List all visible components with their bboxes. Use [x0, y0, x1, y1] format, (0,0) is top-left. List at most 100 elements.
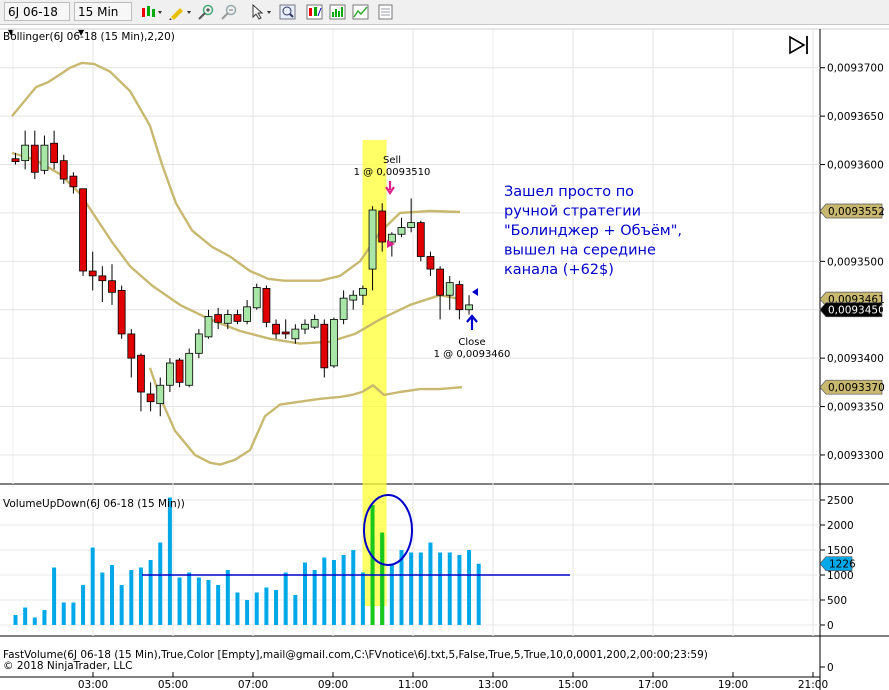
volume-axis-tick-label: 1500: [827, 545, 854, 557]
strategy-icon[interactable]: [306, 4, 323, 20]
bar-type-icon[interactable]: [140, 4, 162, 20]
candle-body: [378, 210, 387, 243]
strategy-note-line: "Болинджер + Объём",: [504, 223, 682, 239]
x-axis-tick-label: 17:00: [638, 679, 668, 690]
volume-bar: [476, 563, 481, 625]
volume-signal-bar: [370, 505, 375, 625]
y-axis-tick-label: 0,0093300: [827, 450, 884, 462]
volume-bar: [457, 555, 462, 625]
volume-bar: [81, 585, 86, 625]
volume-bar: [23, 607, 28, 625]
volume-bar: [312, 570, 317, 625]
candle-body: [416, 222, 425, 257]
x-axis-tick-label: 19:00: [718, 679, 748, 690]
candle-body: [397, 227, 406, 235]
strategy-note: Зашел просто по ручной стратегии "Болиндже…: [504, 184, 682, 278]
sell-arrow-icon: [385, 181, 395, 195]
candle-body: [108, 280, 116, 293]
volume-bar: [196, 577, 201, 625]
volume-bar: [216, 585, 221, 625]
data-box-icon[interactable]: [377, 4, 394, 20]
volume-bar: [71, 602, 76, 625]
strategy-note-line: канала (+62$): [504, 262, 614, 278]
volume-bar: [418, 552, 423, 625]
indicator-icon[interactable]: [329, 4, 346, 20]
close-exit-marker: [472, 288, 478, 296]
draw-pencil-icon[interactable]: [168, 4, 192, 20]
y-axis-tick-label: 0,0093650: [827, 111, 884, 123]
x-axis-tick-label: 05:00: [158, 679, 188, 690]
scroll-to-end-arrow: [789, 35, 806, 55]
volume-bar: [61, 602, 66, 625]
volume-signal-bar: [380, 532, 385, 625]
bollinger-label: Bollinger(6J 06-18 (15 Min),2,20): [3, 31, 175, 43]
candle-body: [252, 287, 261, 309]
copyright-label: © 2018 NinjaTrader, LLC: [3, 660, 132, 672]
volume-bar: [138, 567, 143, 625]
interval-selector[interactable]: 15 Min ▼: [74, 2, 132, 37]
sell-label: Sell: [383, 155, 401, 166]
volume-bar: [90, 547, 95, 625]
scroll-to-end-icon[interactable]: [789, 35, 808, 55]
volume-bar: [148, 560, 153, 625]
volume-series: [13, 497, 570, 625]
candle-body: [320, 323, 329, 369]
candle-body: [194, 333, 203, 354]
volume-bar: [225, 570, 230, 625]
candle-body: [262, 288, 271, 323]
volume-axis-tick-label: 2000: [827, 520, 854, 532]
volume-bar: [409, 552, 414, 625]
volume-bar: [167, 497, 172, 625]
candle-body: [233, 314, 242, 322]
annotations: Bollinger(6J 06-18 (15 Min),2,20) VolumeU…: [3, 31, 885, 672]
candle-body: [281, 331, 290, 335]
volume-bar: [100, 572, 105, 625]
volume-axis-tick-label: 1000: [827, 570, 854, 582]
volume-bar: [177, 577, 182, 625]
candle-body: [243, 306, 252, 322]
volume-bar: [428, 542, 433, 625]
price-badge-text: 0,0093450: [828, 305, 885, 317]
candle-body: [301, 323, 309, 330]
y-axis-tick-label: 0,0093400: [827, 353, 884, 365]
volume-bar: [187, 572, 192, 625]
x-axis-tick-label: 09:00: [318, 679, 348, 690]
instrument-selector[interactable]: 6J 06-18 ▼: [4, 2, 70, 37]
volume-bar: [283, 572, 288, 625]
volume-bar: [206, 580, 211, 625]
volume-bar: [110, 565, 114, 625]
candle-body: [445, 282, 454, 296]
candle-body: [117, 289, 126, 335]
strategy-note-line: Зашел просто по: [504, 184, 634, 200]
candle-body: [88, 270, 97, 277]
chart-properties-icon[interactable]: [352, 4, 369, 20]
volume-bar: [32, 617, 37, 625]
volume-bar: [235, 592, 240, 625]
candle-body: [330, 319, 338, 367]
sell-detail: 1 @ 0,0093510: [354, 167, 431, 178]
candle-body: [465, 304, 473, 311]
volume-axis-tick-label: 500: [827, 595, 847, 607]
bollinger-lower-band: [148, 367, 463, 466]
volume-bar: [254, 592, 259, 625]
y-axis-tick-label: 0,0093500: [827, 256, 884, 268]
candle-body: [127, 333, 136, 359]
volume-bar: [264, 587, 269, 625]
candle-body: [214, 314, 223, 323]
close-detail: 1 @ 0,0093460: [434, 349, 511, 360]
chart-area: 03:00 05:00 07:00 09:00 11:00 13:00 15:00 17:00…: [0, 28, 889, 690]
cursor-icon[interactable]: [250, 4, 274, 20]
candle-body: [339, 297, 348, 320]
candle-body: [175, 359, 184, 383]
zoom-out-icon[interactable]: [221, 4, 238, 20]
volume-bar: [351, 550, 356, 625]
volume-axis-tick-label: 2500: [827, 495, 854, 507]
zoom-in-icon[interactable]: [198, 4, 215, 20]
magnifier-icon[interactable]: [279, 4, 296, 20]
x-axis-tick-label: 13:00: [478, 679, 508, 690]
volume-bar: [341, 555, 346, 625]
volume-bar: [274, 590, 279, 625]
candle-body: [50, 142, 58, 163]
candle-body: [30, 144, 39, 173]
volume-bar: [158, 542, 163, 625]
